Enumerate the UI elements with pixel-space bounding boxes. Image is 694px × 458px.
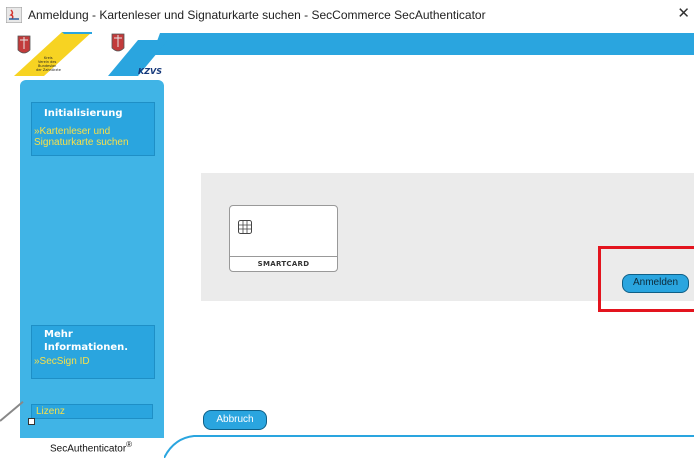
secsign-id-link[interactable]: »SecSign ID xyxy=(32,354,154,367)
registered-mark: ® xyxy=(126,440,133,449)
brand-name: SecAuthenticator xyxy=(50,443,127,455)
anmelden-button[interactable]: Anmelden xyxy=(622,274,689,293)
java-app-icon xyxy=(6,7,22,23)
init-panel: Initialisierung »Kartenleser und Signatu… xyxy=(31,102,155,156)
smartcard-label: SMARTCARD xyxy=(230,256,337,271)
logo-row: Kreis Verein des Bundeslan der Zahnärzte… xyxy=(14,30,168,78)
close-icon[interactable]: ✕ xyxy=(677,4,690,22)
smartcard-image: SMARTCARD xyxy=(229,205,338,272)
sidebar: Initialisierung »Kartenleser und Signatu… xyxy=(20,80,164,438)
title-bar: Anmeldung - Kartenleser und Signaturkart… xyxy=(0,0,694,30)
lizenz-link[interactable]: Lizenz xyxy=(31,404,153,419)
svg-text:der Zahnärzte: der Zahnärzte xyxy=(36,68,61,72)
kzvs-logo-text: KZVS xyxy=(138,67,162,76)
header-bar xyxy=(166,33,694,55)
abbruch-button[interactable]: Abbruch xyxy=(203,410,267,430)
secauthenticator-brand: SecAuthenticator® xyxy=(50,440,132,454)
bottom-decoration xyxy=(164,435,694,458)
card-reader-search-link[interactable]: »Kartenleser und Signaturkarte suchen xyxy=(32,120,154,148)
more-info-title: Mehr Informationen. xyxy=(44,329,129,353)
init-panel-title: Initialisierung xyxy=(44,108,123,119)
kzvs-logo: KZVS xyxy=(108,33,168,76)
lizenz-checkbox[interactable] xyxy=(28,418,35,425)
more-info-panel: Mehr Informationen. »SecSign ID xyxy=(31,325,155,379)
window-title: Anmeldung - Kartenleser und Signaturkart… xyxy=(28,8,486,22)
association-logo: Kreis Verein des Bundeslan der Zahnärzte xyxy=(14,32,92,76)
chip-icon xyxy=(238,220,252,234)
